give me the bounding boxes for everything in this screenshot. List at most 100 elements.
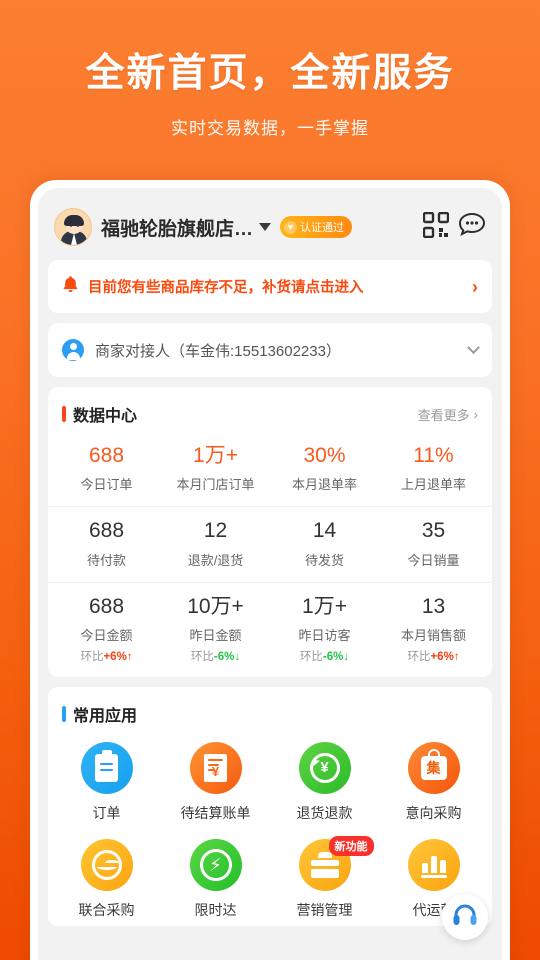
stat-trend: 环比+6%↑ [52,648,161,664]
stat-trend-prefix: 环比 [190,650,214,663]
new-feature-badge: 新功能 [328,835,374,856]
stat-value: 14 [312,519,337,543]
invoice-yuan-icon: ¥ [189,741,242,794]
app-label: 限时达 [194,901,237,918]
stat-label: 本月门店订单 [176,477,255,493]
clipboard-icon [80,741,133,794]
stat-row: 688 今日金额 环比+6%↑ 10万+ 昨日金额 环比-6%↓ 1万+ 昨日访… [48,581,492,677]
app-label: 退货退款 [296,804,353,821]
promo-title: 全新首页，全新服务 [85,52,455,95]
person-icon [62,339,84,361]
contact-person-row[interactable]: 商家对接人（车金伟:15513602233） [48,323,492,377]
promo-header: 全新首页，全新服务 实时交易数据，一手掌握 [0,0,540,139]
phone-mockup: 福驰轮胎旗舰店… ♥ 认证通过 目前您有些商品库存不足，补货请点击进入 › 商家… [30,180,510,960]
app-item-orders[interactable]: 订单 [52,741,161,823]
stat-value: 13 [421,594,446,618]
app-label: 待结算账单 [180,804,251,821]
app-grid: 订单 ¥ 待结算账单 ¥ 退货退款 集 意向采购 联合采购 ⚡ 限时达 新功能 … [48,732,492,926]
stat-cell[interactable]: 12 退款/退货 [161,518,270,568]
stock-alert-text: 目前您有些商品库存不足，补货请点击进入 [88,280,364,296]
section-accent-bar [62,705,66,722]
qr-code-icon[interactable] [422,211,450,243]
stat-value: 12 [203,519,228,543]
stat-label: 退款/退货 [187,552,244,568]
data-center-header: 数据中心 查看更多 › [48,387,492,432]
section-accent-bar [62,406,66,422]
view-more-label: 查看更多 [417,407,470,423]
stat-label: 今日订单 [80,477,133,493]
stat-trend: 环比+6%↑ [379,648,488,664]
data-center-card: 数据中心 查看更多 › 688 今日订单 1万+ 本月门店订单 30% 本月退单… [48,387,492,677]
stat-cell[interactable]: 30% 本月退单率 [270,443,379,493]
chevron-down-icon[interactable] [259,223,272,231]
headset-icon [451,901,479,934]
stat-cell[interactable]: 35 今日销量 [379,518,488,568]
stat-trend-value: +6%↑ [103,650,133,663]
stat-trend-prefix: 环比 [299,650,323,663]
lightning-icon: ⚡ [189,838,242,891]
stat-trend-prefix: 环比 [80,650,104,663]
common-apps-card: 常用应用 订单 ¥ 待结算账单 ¥ 退货退款 集 意向采购 联合采购 ⚡ 限时达… [48,686,492,926]
app-item-joint-purchase[interactable]: 联合采购 [52,838,161,920]
stat-cell[interactable]: 14 待发货 [270,518,379,568]
stat-value: 688 [88,594,125,618]
stat-value: 11% [413,444,454,467]
joint-purchase-icon [80,838,133,891]
bell-icon [62,275,79,298]
chevron-right-icon: › [473,406,478,422]
stat-label: 今日销量 [407,552,460,568]
stat-cell[interactable]: 11% 上月退单率 [379,443,488,493]
chevron-right-icon[interactable]: › [472,278,478,296]
bar-chart-icon [407,838,460,891]
shopping-bag-icon: 集 [407,741,460,794]
stat-trend-prefix: 环比 [407,650,431,663]
chevron-down-icon[interactable] [467,340,480,354]
stat-cell[interactable]: 10万+ 昨日金额 环比-6%↓ [161,594,270,664]
stat-trend-value: -6%↓ [213,650,241,663]
stat-label: 本月销售额 [400,627,466,643]
stat-value: 1万+ [193,444,238,467]
stat-trend-value: +6%↑ [430,650,460,663]
stock-alert-banner[interactable]: 目前您有些商品库存不足，补货请点击进入 › [48,260,492,313]
shield-check-icon: ♥ [284,220,298,234]
chat-bubble-icon[interactable] [458,212,486,243]
stat-value: 10万+ [187,594,244,618]
app-label: 联合采购 [78,901,135,918]
stat-trend-value: -6%↓ [322,650,350,663]
app-item-marketing[interactable]: 新功能 营销管理 [270,835,379,920]
stat-cell[interactable]: 688 待付款 [52,518,161,568]
stat-row: 688 待付款 12 退款/退货 14 待发货 35 今日销量 [48,506,492,581]
stat-cell[interactable]: 13 本月销售额 环比+6%↑ [379,594,488,664]
stat-label: 昨日访客 [298,627,351,643]
status-badge-verified: ♥ 认证通过 [280,216,353,238]
app-topbar: 福驰轮胎旗舰店… ♥ 认证通过 [48,188,492,260]
stat-row: 688 今日订单 1万+ 本月门店订单 30% 本月退单率 11% 上月退单率 [48,432,492,506]
stat-cell[interactable]: 688 今日订单 [52,443,161,493]
stat-label: 上月退单率 [400,477,466,493]
stat-label: 待付款 [86,552,126,568]
app-item-pending-bills[interactable]: ¥ 待结算账单 [161,741,270,823]
contact-person-text: 商家对接人（车金伟:15513602233） [95,342,341,360]
view-more-link[interactable]: 查看更多 › [418,405,478,424]
shop-name[interactable]: 福驰轮胎旗舰店… [101,214,253,241]
stat-value: 30% [303,444,346,467]
app-item-intent-purchase[interactable]: 集 意向采购 [379,741,488,823]
stat-label: 今日金额 [80,627,133,643]
app-label: 意向采购 [405,804,462,821]
app-label: 订单 [92,804,121,821]
app-item-return-refund[interactable]: ¥ 退货退款 [270,741,379,823]
stat-cell[interactable]: 1万+ 本月门店订单 [161,443,270,493]
stat-cell[interactable]: 1万+ 昨日访客 环比-6%↓ [270,594,379,664]
customer-service-button[interactable] [442,894,488,940]
stat-label: 昨日金额 [189,627,242,643]
promo-subtitle: 实时交易数据，一手掌握 [171,118,369,138]
stat-label: 本月退单率 [291,477,357,493]
shop-avatar[interactable] [54,208,92,246]
stat-label: 待发货 [304,552,344,568]
app-item-limited-delivery[interactable]: ⚡ 限时达 [161,838,270,920]
data-center-title: 数据中心 [73,408,138,425]
stat-cell[interactable]: 688 今日金额 环比+6%↑ [52,594,161,664]
common-apps-title: 常用应用 [73,707,138,725]
stat-trend: 环比-6%↓ [270,648,379,664]
refund-yuan-icon: ¥ [298,741,351,794]
